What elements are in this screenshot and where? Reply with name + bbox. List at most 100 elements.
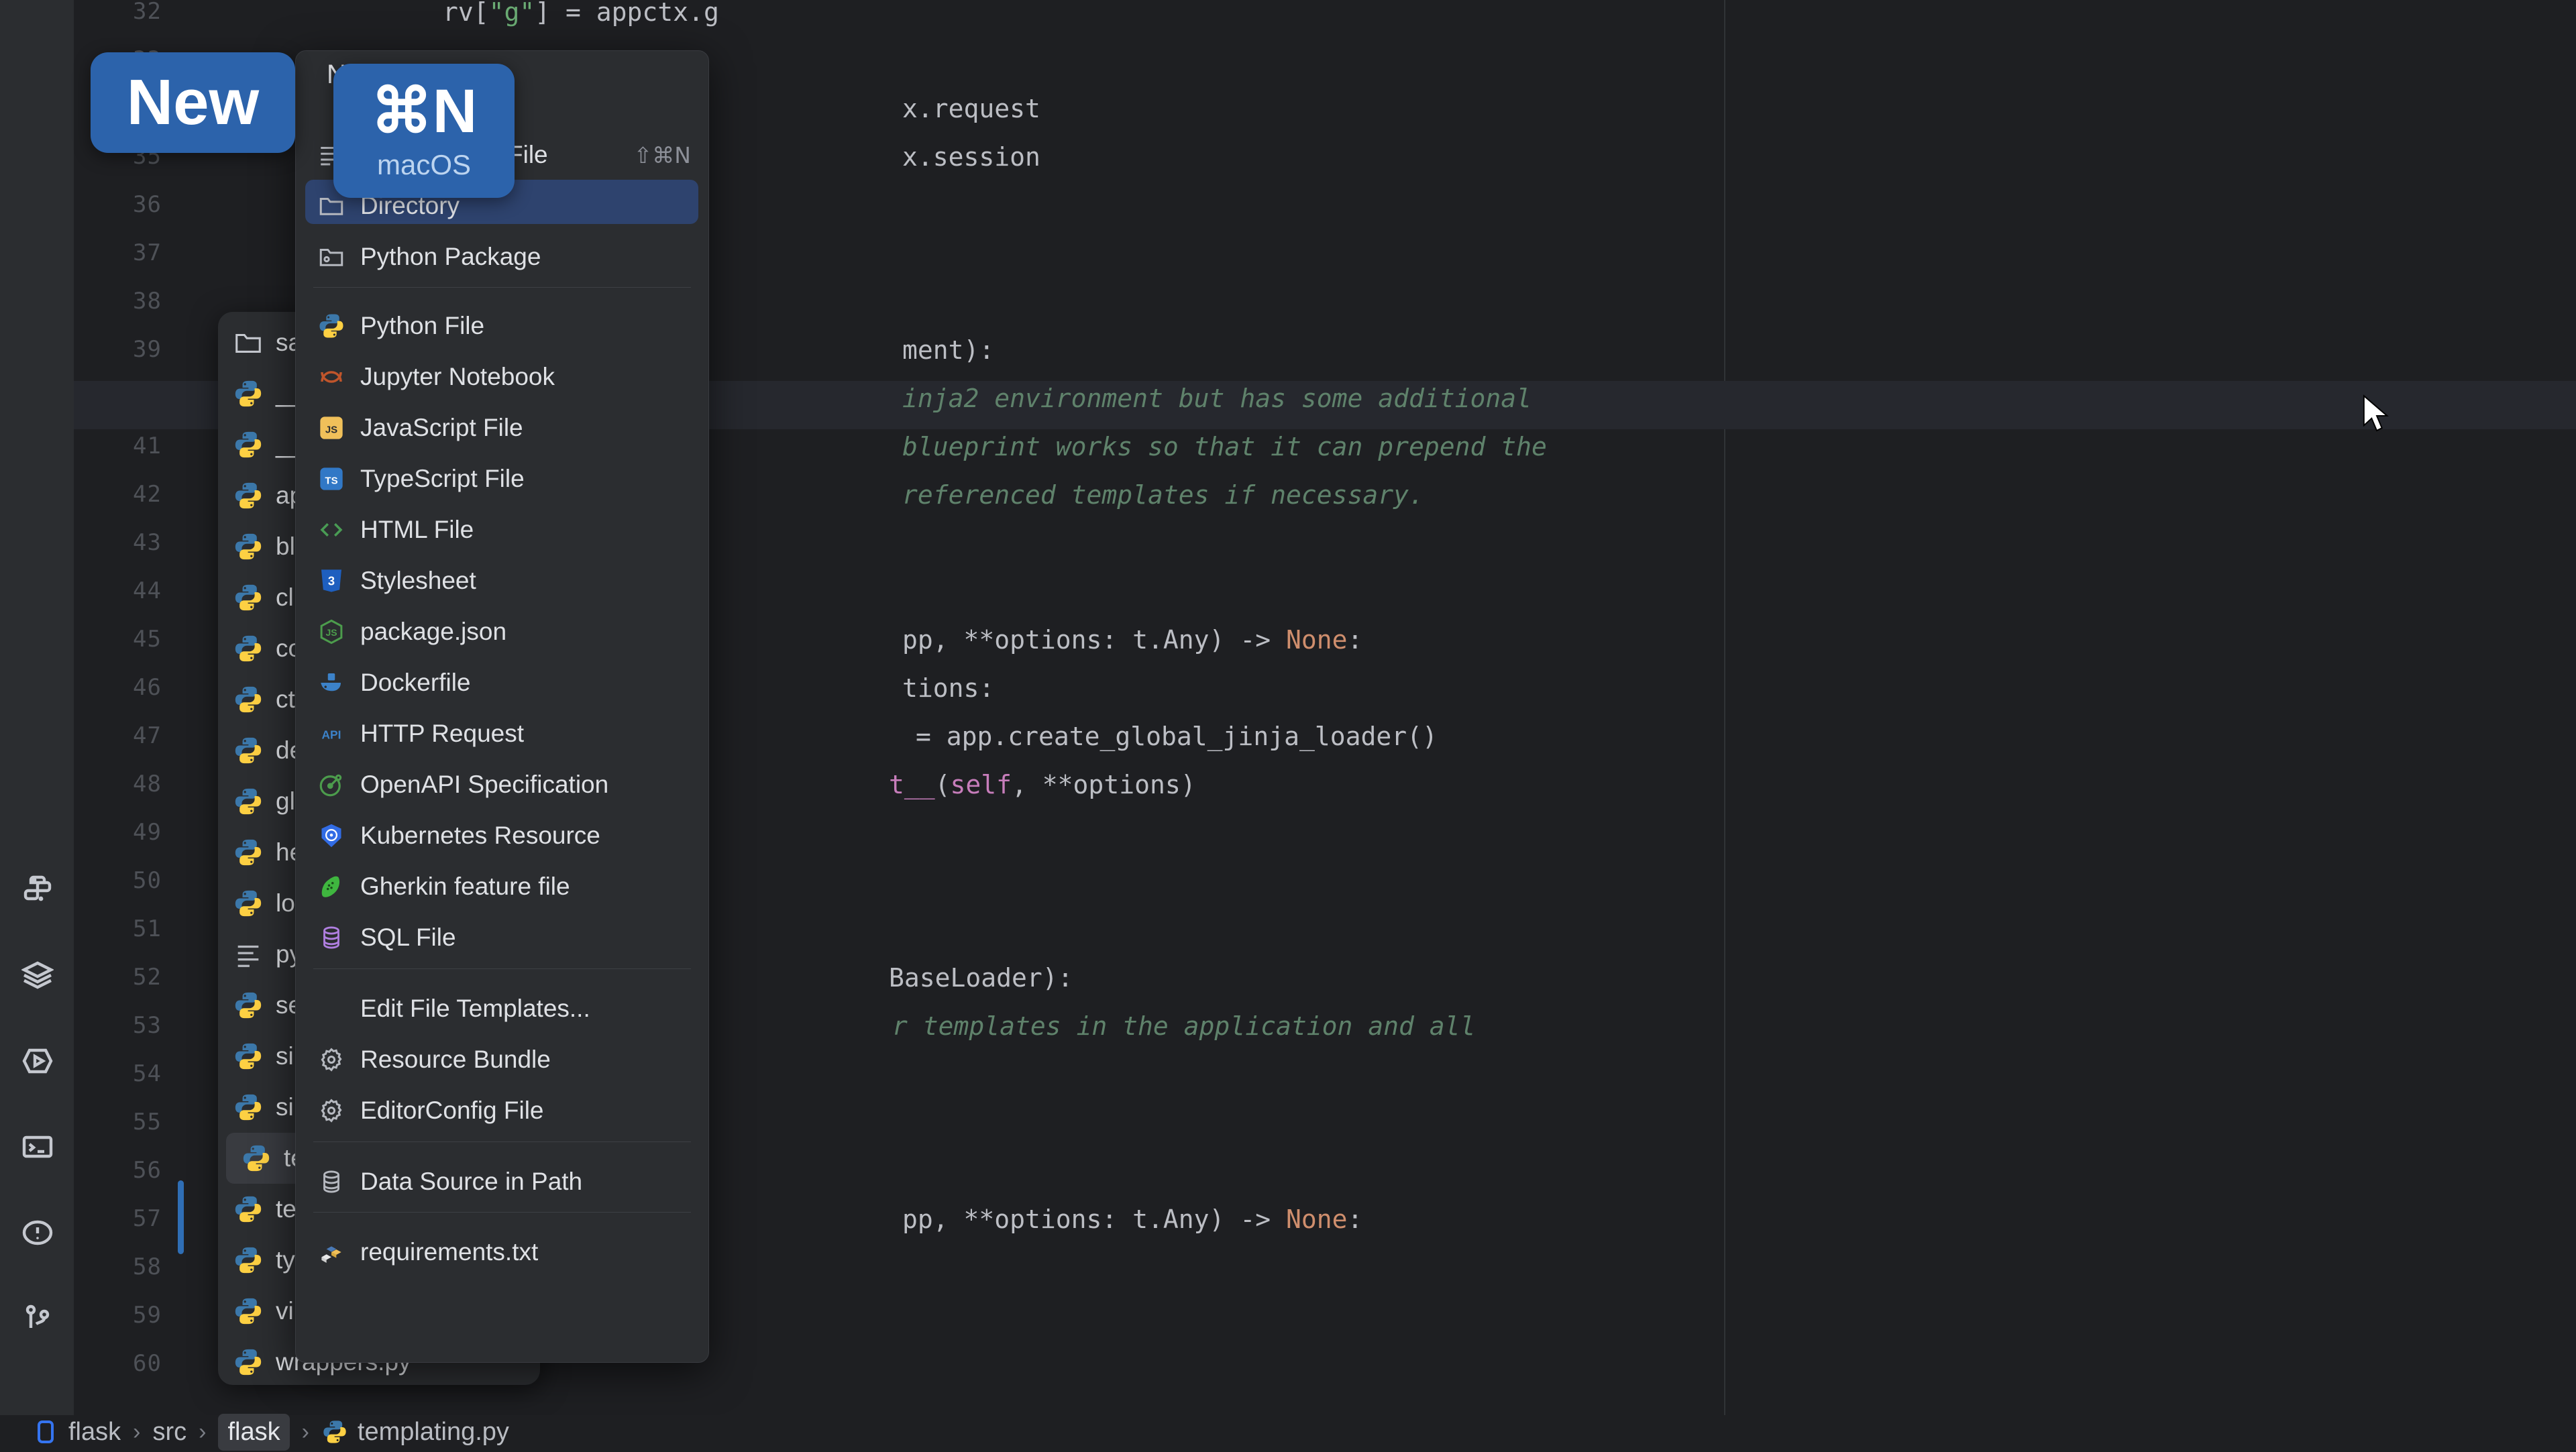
- menu-item-label: SQL File: [360, 924, 691, 952]
- breadcrumb-item-flask[interactable]: flask: [218, 1414, 289, 1451]
- menu-item-label: TypeScript File: [360, 465, 691, 493]
- database-icon[interactable]: [20, 958, 55, 993]
- kubernetes-icon: [316, 820, 347, 851]
- code-line-57: pp, **options: t.Any) -> None:: [902, 1205, 1362, 1234]
- code-line-46: tions:: [902, 673, 994, 703]
- code-line-53: r templates in the application and all: [892, 1011, 1475, 1041]
- docker-icon: [316, 667, 347, 698]
- requirements-icon: [316, 1237, 347, 1268]
- menu-item-label: requirements.txt: [360, 1238, 691, 1266]
- code-line-48: t__(self, **options): [889, 770, 1196, 799]
- menu-item-python-package[interactable]: Python Package: [296, 231, 708, 282]
- menu-item-label: Python Package: [360, 243, 691, 271]
- breadcrumb-label: flask: [68, 1418, 121, 1447]
- line-number: 58: [81, 1253, 162, 1280]
- shortcut-keys: ⌘N: [371, 80, 477, 142]
- gear-icon: [316, 1044, 347, 1075]
- menu-item-label: OpenAPI Specification: [360, 771, 691, 799]
- python-icon: [233, 1245, 264, 1276]
- line-number: 45: [81, 626, 162, 653]
- run-icon[interactable]: [20, 1044, 55, 1078]
- terminal-icon[interactable]: [20, 1129, 55, 1164]
- gear-icon: [316, 1095, 347, 1126]
- menu-item-stylesheet[interactable]: 3 Stylesheet: [296, 555, 708, 606]
- breadcrumb-item-src[interactable]: src: [152, 1418, 186, 1447]
- mouse-cursor: [2361, 394, 2392, 436]
- line-number: 59: [81, 1302, 162, 1329]
- python-icon: [233, 480, 264, 511]
- menu-item-python-file[interactable]: Python File: [296, 300, 708, 351]
- menu-item-html-file[interactable]: HTML File: [296, 504, 708, 555]
- new-file-context-menu[interactable]: New New Scratch File ⇧⌘N Directory Pytho…: [295, 50, 709, 1363]
- breadcrumb-item-file[interactable]: templating.py: [321, 1418, 509, 1447]
- line-number: 39: [81, 336, 162, 363]
- line-number: 46: [81, 674, 162, 701]
- menu-item-label: Edit File Templates...: [360, 995, 691, 1023]
- menu-item-package-json[interactable]: JS package.json: [296, 606, 708, 657]
- code-line-45: pp, **options: t.Any) -> None:: [902, 625, 1362, 655]
- menu-item-jupyter-notebook[interactable]: Jupyter Notebook: [296, 351, 708, 402]
- line-number: 38: [81, 288, 162, 315]
- menu-item-edit-file-templates[interactable]: Edit File Templates...: [296, 983, 708, 1034]
- line-number: 51: [81, 915, 162, 942]
- menu-item-typescript-file[interactable]: TS TypeScript File: [296, 453, 708, 504]
- line-number: 42: [81, 481, 162, 508]
- openapi-icon: [316, 769, 347, 800]
- menu-item-resource-bundle[interactable]: Resource Bundle: [296, 1034, 708, 1085]
- line-number: 49: [81, 819, 162, 846]
- blank-icon: [316, 993, 347, 1024]
- menu-item-label: Data Source in Path: [360, 1168, 691, 1196]
- menu-item-data-source-in-path[interactable]: Data Source in Path: [296, 1156, 708, 1207]
- line-number: 60: [81, 1350, 162, 1377]
- tree-item-label: vi: [276, 1297, 294, 1325]
- line-number: 37: [81, 239, 162, 266]
- tree-item-label: gl: [276, 787, 295, 816]
- menu-item-sql-file[interactable]: SQL File: [296, 912, 708, 963]
- python-package-icon: [316, 241, 347, 272]
- menu-item-label: Jupyter Notebook: [360, 363, 691, 391]
- menu-item-javascript-file[interactable]: JS JavaScript File: [296, 402, 708, 453]
- menu-item-dockerfile[interactable]: Dockerfile: [296, 657, 708, 708]
- tree-item-label: ty: [276, 1246, 295, 1274]
- typescript-icon: TS: [316, 463, 347, 494]
- menu-item-http-request[interactable]: API HTTP Request: [296, 708, 708, 759]
- javascript-icon: JS: [316, 412, 347, 443]
- line-number: 41: [81, 433, 162, 459]
- menu-item-label: JavaScript File: [360, 414, 691, 442]
- tree-item-label: cl: [276, 583, 294, 612]
- shortcut-platform: macOS: [377, 149, 471, 181]
- problems-icon[interactable]: [20, 1215, 55, 1250]
- menu-item-editorconfig-file[interactable]: EditorConfig File: [296, 1085, 708, 1136]
- breadcrumb-item-project[interactable]: flask: [32, 1418, 121, 1447]
- python-icon: [233, 429, 264, 460]
- tree-item-label: bl: [276, 533, 295, 561]
- database-icon: [316, 1166, 347, 1197]
- python-console-icon[interactable]: [20, 872, 55, 907]
- breadcrumb-separator: ›: [133, 1419, 140, 1445]
- line-number: 48: [81, 771, 162, 797]
- code-line-47: = app.create_global_jinja_loader(): [916, 722, 1438, 751]
- code-line-42: referenced templates if necessary.: [902, 480, 1424, 510]
- text-file-icon: [233, 939, 264, 970]
- code-line-40: inja2 environment but has some additiona…: [902, 384, 1532, 413]
- stylesheet-icon: 3: [316, 565, 347, 596]
- menu-item-label: Gherkin feature file: [360, 873, 691, 901]
- python-icon: [233, 1041, 264, 1072]
- menu-item-kubernetes-resource[interactable]: Kubernetes Resource: [296, 810, 708, 861]
- menu-item-label: HTTP Request: [360, 720, 691, 748]
- menu-item-openapi-specification[interactable]: OpenAPI Specification: [296, 759, 708, 810]
- version-control-icon[interactable]: [20, 1301, 55, 1336]
- menu-item-requirements-txt[interactable]: requirements.txt: [296, 1227, 708, 1278]
- gherkin-icon: [316, 871, 347, 902]
- menu-item-shortcut: ⇧⌘N: [634, 142, 691, 168]
- python-icon: [233, 531, 264, 562]
- line-number: 52: [81, 964, 162, 991]
- html-icon: [316, 514, 347, 545]
- code-line-52: BaseLoader):: [889, 963, 1073, 993]
- menu-item-gherkin-feature-file[interactable]: Gherkin feature file: [296, 861, 708, 912]
- menu-item-label: Kubernetes Resource: [360, 822, 691, 850]
- nodejs-icon: JS: [316, 616, 347, 647]
- python-icon: [321, 1418, 348, 1445]
- new-badge-label: New: [127, 66, 259, 139]
- menu-separator: [313, 1141, 691, 1142]
